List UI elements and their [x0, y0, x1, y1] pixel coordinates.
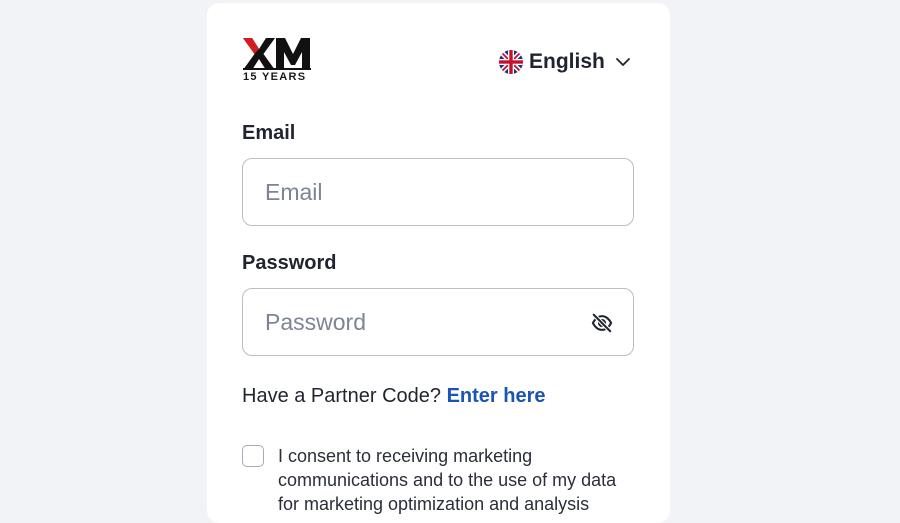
partner-code-question: Have a Partner Code?: [242, 385, 447, 407]
login-card: 15 YEARS English Email Password: [207, 3, 670, 523]
brand-logo: 15 YEARS: [243, 38, 313, 88]
xm-logo-mark: [243, 38, 311, 70]
consent-text: I consent to receiving marketing communi…: [278, 446, 617, 514]
language-label: English: [529, 50, 605, 73]
partner-code-row: Have a Partner Code? Enter here: [242, 385, 546, 408]
consent-checkbox[interactable]: [242, 445, 264, 467]
logo-tagline: 15 YEARS: [243, 71, 307, 83]
email-label: Email: [242, 122, 296, 144]
password-field[interactable]: [243, 289, 633, 355]
language-selector[interactable]: English: [499, 47, 631, 77]
password-field-wrapper: [242, 288, 634, 356]
email-field[interactable]: [243, 159, 633, 225]
chevron-down-icon: [615, 58, 630, 66]
email-field-wrapper: [242, 158, 634, 226]
uk-flag-icon: [499, 50, 523, 74]
partner-code-link[interactable]: Enter here: [447, 385, 546, 407]
eye-off-icon[interactable]: [591, 312, 613, 334]
password-label: Password: [242, 252, 337, 274]
